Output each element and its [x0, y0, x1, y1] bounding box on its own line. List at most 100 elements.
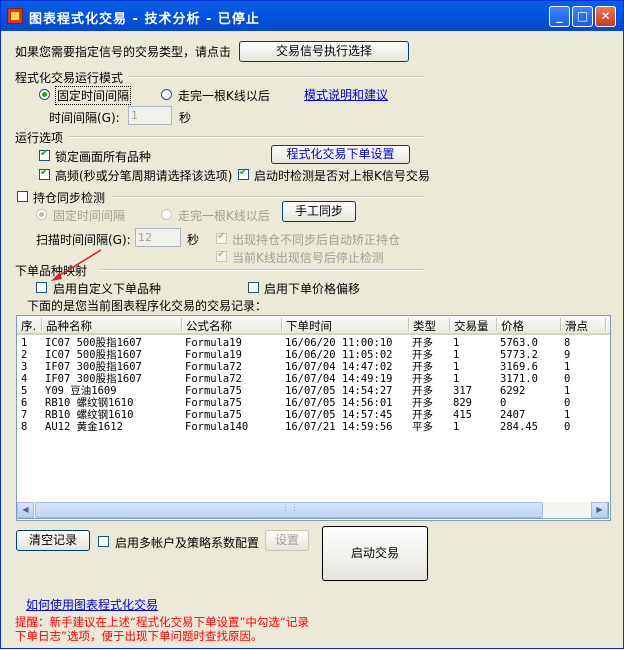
col-header[interactable]: 滑点: [565, 318, 588, 334]
cell-time: 16/07/05 14:54:27: [285, 385, 393, 397]
col-divider[interactable]: [41, 318, 43, 331]
scroll-right-icon[interactable]: ▶: [591, 502, 608, 518]
cell-slippage: 9: [564, 349, 571, 361]
cell-time: 16/07/05 14:57:45: [285, 409, 393, 421]
table-row[interactable]: 2 IC07 500股指1607 Formula19 16/06/20 11:0…: [17, 349, 610, 361]
cell-volume: 1: [453, 373, 460, 385]
table-row[interactable]: 4 IF07 300股指1607 Formula72 16/07/04 14:4…: [17, 373, 610, 385]
cell-symbol: IC07 500股指1607: [45, 349, 142, 361]
col-divider[interactable]: [408, 318, 410, 331]
cell-formula: Formula75: [185, 385, 242, 397]
col-header[interactable]: 公式名称: [186, 318, 232, 334]
records-caption: 下面的是您当前图表程序化交易的交易记录：: [27, 299, 268, 313]
cell-slippage: 1: [564, 385, 571, 397]
cell-price: 3171.0: [500, 373, 538, 385]
cell-type: 开多: [412, 385, 433, 397]
cell-price: 5763.0: [500, 337, 538, 349]
cell-slippage: 8: [564, 337, 571, 349]
cell-symbol: RB10 螺纹钢1610: [45, 397, 134, 409]
cell-index: 1: [21, 337, 28, 349]
cell-symbol: Y09 豆油1609: [45, 385, 117, 397]
scroll-left-icon[interactable]: ◀: [17, 502, 34, 518]
cell-index: 8: [21, 421, 28, 433]
cell-volume: 1: [453, 337, 460, 349]
cell-price: 3169.6: [500, 361, 538, 373]
tip-line-2: 下单日志”选项，便于出现下单问题时查找原因。: [15, 629, 263, 643]
cell-index: 3: [21, 361, 28, 373]
cell-type: 开多: [412, 373, 433, 385]
cell-formula: Formula75: [185, 397, 242, 409]
cell-time: 16/07/21 14:59:56: [285, 421, 393, 433]
cell-price: 5773.2: [500, 349, 538, 361]
cell-slippage: 0: [564, 421, 571, 433]
col-divider[interactable]: [181, 318, 183, 331]
records-hscrollbar[interactable]: ◀ ▶: [16, 502, 609, 519]
start-trading-button[interactable]: 启动交易: [322, 526, 428, 581]
clear-records-button[interactable]: 清空记录: [16, 530, 90, 551]
cell-time: 16/07/05 14:56:01: [285, 397, 393, 409]
cell-type: 开多: [412, 349, 433, 361]
cell-time: 16/07/04 14:47:02: [285, 361, 393, 373]
col-divider[interactable]: [560, 318, 562, 331]
multi-account-checkbox[interactable]: [98, 536, 109, 547]
records-header: 序. 品种名称 公式名称 下单时间 类型 交易量 价格 滑点: [17, 316, 610, 335]
col-divider[interactable]: [449, 318, 451, 331]
col-header[interactable]: 交易量: [454, 318, 489, 334]
cell-volume: 1: [453, 421, 460, 433]
col-divider[interactable]: [605, 318, 607, 331]
cell-symbol: IC07 500股指1607: [45, 337, 142, 349]
table-row[interactable]: 3 IF07 300股指1607 Formula72 16/07/04 14:4…: [17, 361, 610, 373]
config-button[interactable]: 设置: [265, 530, 309, 551]
cell-slippage: 0: [564, 373, 571, 385]
cell-time: 16/06/20 11:00:10: [285, 337, 393, 349]
cell-volume: 415: [453, 409, 472, 421]
cell-symbol: IF07 300股指1607: [45, 361, 142, 373]
cell-index: 7: [21, 409, 28, 421]
table-row[interactable]: 6 RB10 螺纹钢1610 Formula75 16/07/05 14:56:…: [17, 397, 610, 409]
multi-account-label: 启用多帐户及策略系数配置: [115, 536, 260, 550]
cell-type: 开多: [412, 361, 433, 373]
cell-volume: 829: [453, 397, 472, 409]
cell-time: 16/07/04 14:49:19: [285, 373, 393, 385]
cell-time: 16/06/20 11:05:02: [285, 349, 393, 361]
cell-price: 2407: [500, 409, 526, 421]
cell-slippage: 1: [564, 409, 571, 421]
cell-formula: Formula19: [185, 337, 242, 349]
cell-index: 2: [21, 349, 28, 361]
col-header[interactable]: 价格: [501, 318, 524, 334]
table-row[interactable]: 1 IC07 500股指1607 Formula19 16/06/20 11:0…: [17, 337, 610, 349]
cell-price: 0: [500, 397, 507, 409]
table-row[interactable]: 7 RB10 螺纹钢1610 Formula75 16/07/05 14:57:…: [17, 409, 610, 421]
cell-formula: Formula72: [185, 361, 242, 373]
col-header[interactable]: 序.: [21, 318, 36, 334]
usage-help-link[interactable]: 如何使用图表程式化交易: [26, 596, 158, 613]
cell-formula: Formula140: [185, 421, 249, 433]
cell-slippage: 0: [564, 397, 571, 409]
cell-index: 5: [21, 385, 28, 397]
col-header[interactable]: 下单时间: [286, 318, 332, 334]
scroll-thumb[interactable]: [35, 502, 543, 518]
cell-index: 4: [21, 373, 28, 385]
cell-type: 平多: [412, 421, 433, 433]
table-row[interactable]: 5 Y09 豆油1609 Formula75 16/07/05 14:54:27…: [17, 385, 610, 397]
cell-index: 6: [21, 397, 28, 409]
cell-volume: 1: [453, 361, 460, 373]
cell-symbol: AU12 黄金1612: [45, 421, 123, 433]
cell-volume: 1: [453, 349, 460, 361]
cell-formula: Formula75: [185, 409, 242, 421]
cell-price: 6292: [500, 385, 526, 397]
col-divider[interactable]: [496, 318, 498, 331]
records-table[interactable]: 序. 品种名称 公式名称 下单时间 类型 交易量 价格 滑点 1 IC07 50…: [16, 315, 611, 521]
main-window: 图表程式化交易 - 技术分析 - 已停止 _ □ ✕ 如果您需要指定信号的交易类…: [0, 0, 624, 649]
col-header[interactable]: 品种名称: [46, 318, 92, 334]
cell-symbol: IF07 300股指1607: [45, 373, 142, 385]
table-row[interactable]: 8 AU12 黄金1612 Formula140 16/07/21 14:59:…: [17, 421, 610, 433]
col-divider[interactable]: [281, 318, 283, 331]
cell-formula: Formula72: [185, 373, 242, 385]
col-header[interactable]: 类型: [413, 318, 436, 334]
cell-type: 开多: [412, 397, 433, 409]
cell-price: 284.45: [500, 421, 538, 433]
cell-type: 开多: [412, 409, 433, 421]
cell-slippage: 1: [564, 361, 571, 373]
cell-volume: 317: [453, 385, 472, 397]
